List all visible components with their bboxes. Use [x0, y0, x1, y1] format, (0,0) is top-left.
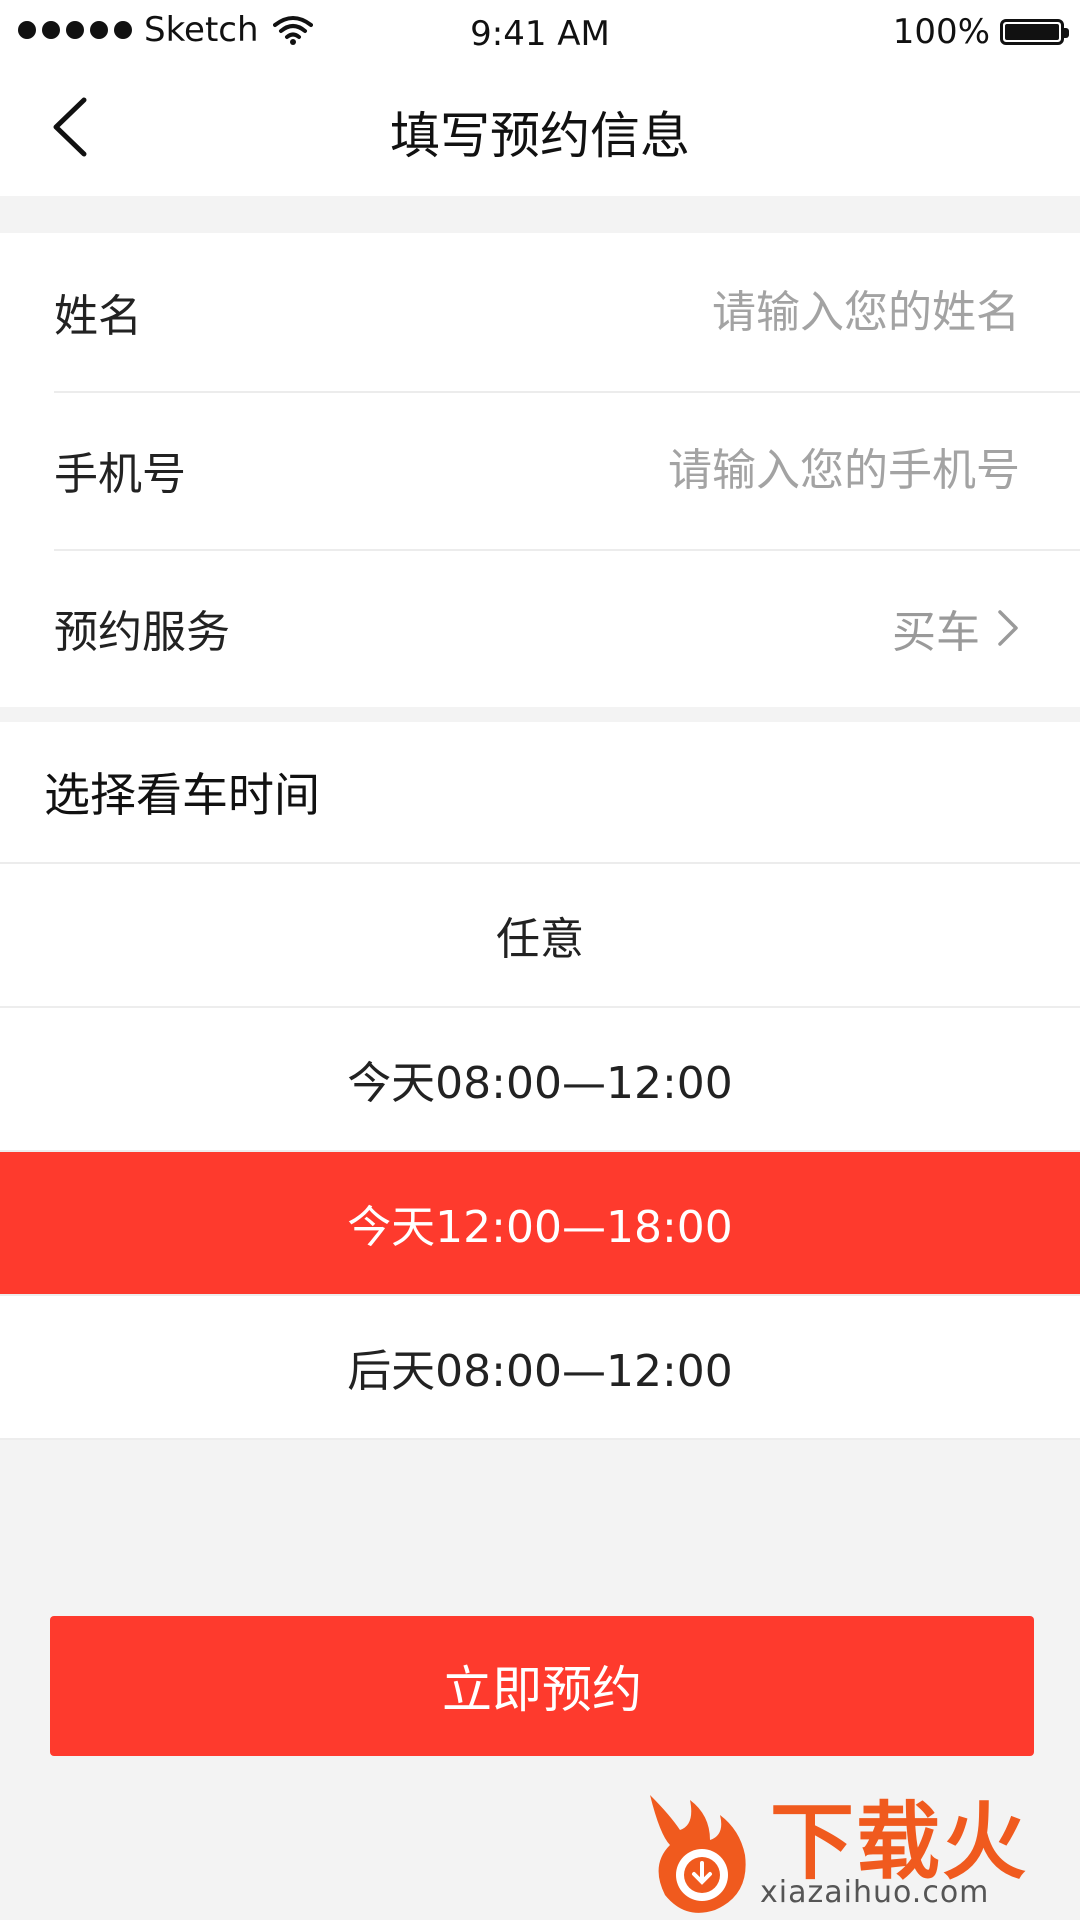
name-label: 姓名	[54, 291, 142, 342]
time-picker: 选择看车时间 任意 今天08:00—12:00 今天12:00—18:00 后天…	[0, 722, 1080, 1440]
service-row[interactable]: 预约服务 买车	[0, 549, 1080, 707]
time-picker-title: 选择看车时间	[0, 722, 1080, 864]
status-bar: Sketch 9:41 AM 100%	[0, 0, 1080, 66]
battery-percent: 100%	[892, 12, 990, 52]
time-option[interactable]: 后天08:00—12:00	[0, 1296, 1080, 1440]
time-option[interactable]: 今天08:00—12:00	[0, 1008, 1080, 1152]
watermark-url: xiazaihuo.com	[760, 1875, 990, 1910]
flame-logo-icon	[650, 1795, 746, 1913]
status-right: 100%	[892, 12, 1069, 52]
name-input[interactable]	[498, 285, 1022, 339]
booking-form: 姓名 手机号 预约服务 买车	[0, 233, 1080, 707]
service-value: 买车	[892, 607, 980, 658]
phone-row: 手机号	[0, 391, 1080, 549]
service-label: 预约服务	[54, 607, 230, 658]
chevron-right-icon	[998, 610, 1018, 646]
page-title: 填写预约信息	[390, 107, 690, 165]
time-option[interactable]: 任意	[0, 864, 1080, 1008]
phone-input[interactable]	[498, 443, 1022, 497]
book-now-button[interactable]: 立即预约	[50, 1616, 1034, 1756]
nav-bar: 填写预约信息	[0, 66, 1080, 196]
phone-label: 手机号	[54, 449, 186, 500]
battery-icon	[1000, 19, 1069, 45]
name-row: 姓名	[0, 233, 1080, 391]
time-option-selected[interactable]: 今天12:00—18:00	[0, 1152, 1080, 1296]
service-selector[interactable]: 买车	[892, 596, 1022, 660]
watermark-logo: 下载火 xiazaihuo.com	[640, 1775, 1080, 1920]
